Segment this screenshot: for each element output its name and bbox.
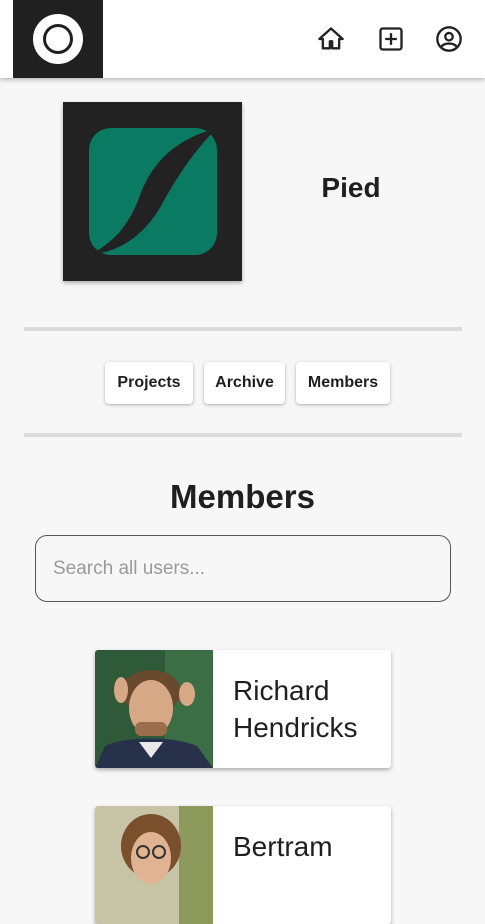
member-name: Richard Hendricks [233, 675, 358, 743]
search-input[interactable] [35, 535, 451, 602]
section-title: Members [170, 478, 315, 515]
tab-archive[interactable]: Archive [204, 362, 285, 404]
tab-projects[interactable]: Projects [105, 362, 193, 404]
member-card[interactable]: Richard Hendricks [95, 650, 391, 768]
bertram-photo [95, 806, 213, 924]
app-logo[interactable] [13, 0, 103, 78]
member-card[interactable]: Bertram [95, 806, 391, 924]
tab-members[interactable]: Members [296, 362, 390, 404]
org-name: Pied [321, 172, 381, 203]
divider [24, 433, 462, 437]
divider [24, 327, 462, 331]
top-app-bar [0, 0, 485, 78]
home-icon[interactable] [316, 24, 346, 54]
richard-photo [95, 650, 213, 768]
member-name: Bertram [233, 831, 333, 862]
circle-logo-icon [33, 14, 83, 64]
add-box-icon[interactable] [376, 24, 406, 54]
org-logo [63, 102, 242, 281]
account-circle-icon[interactable] [434, 24, 464, 54]
pied-piper-logo [89, 128, 217, 255]
